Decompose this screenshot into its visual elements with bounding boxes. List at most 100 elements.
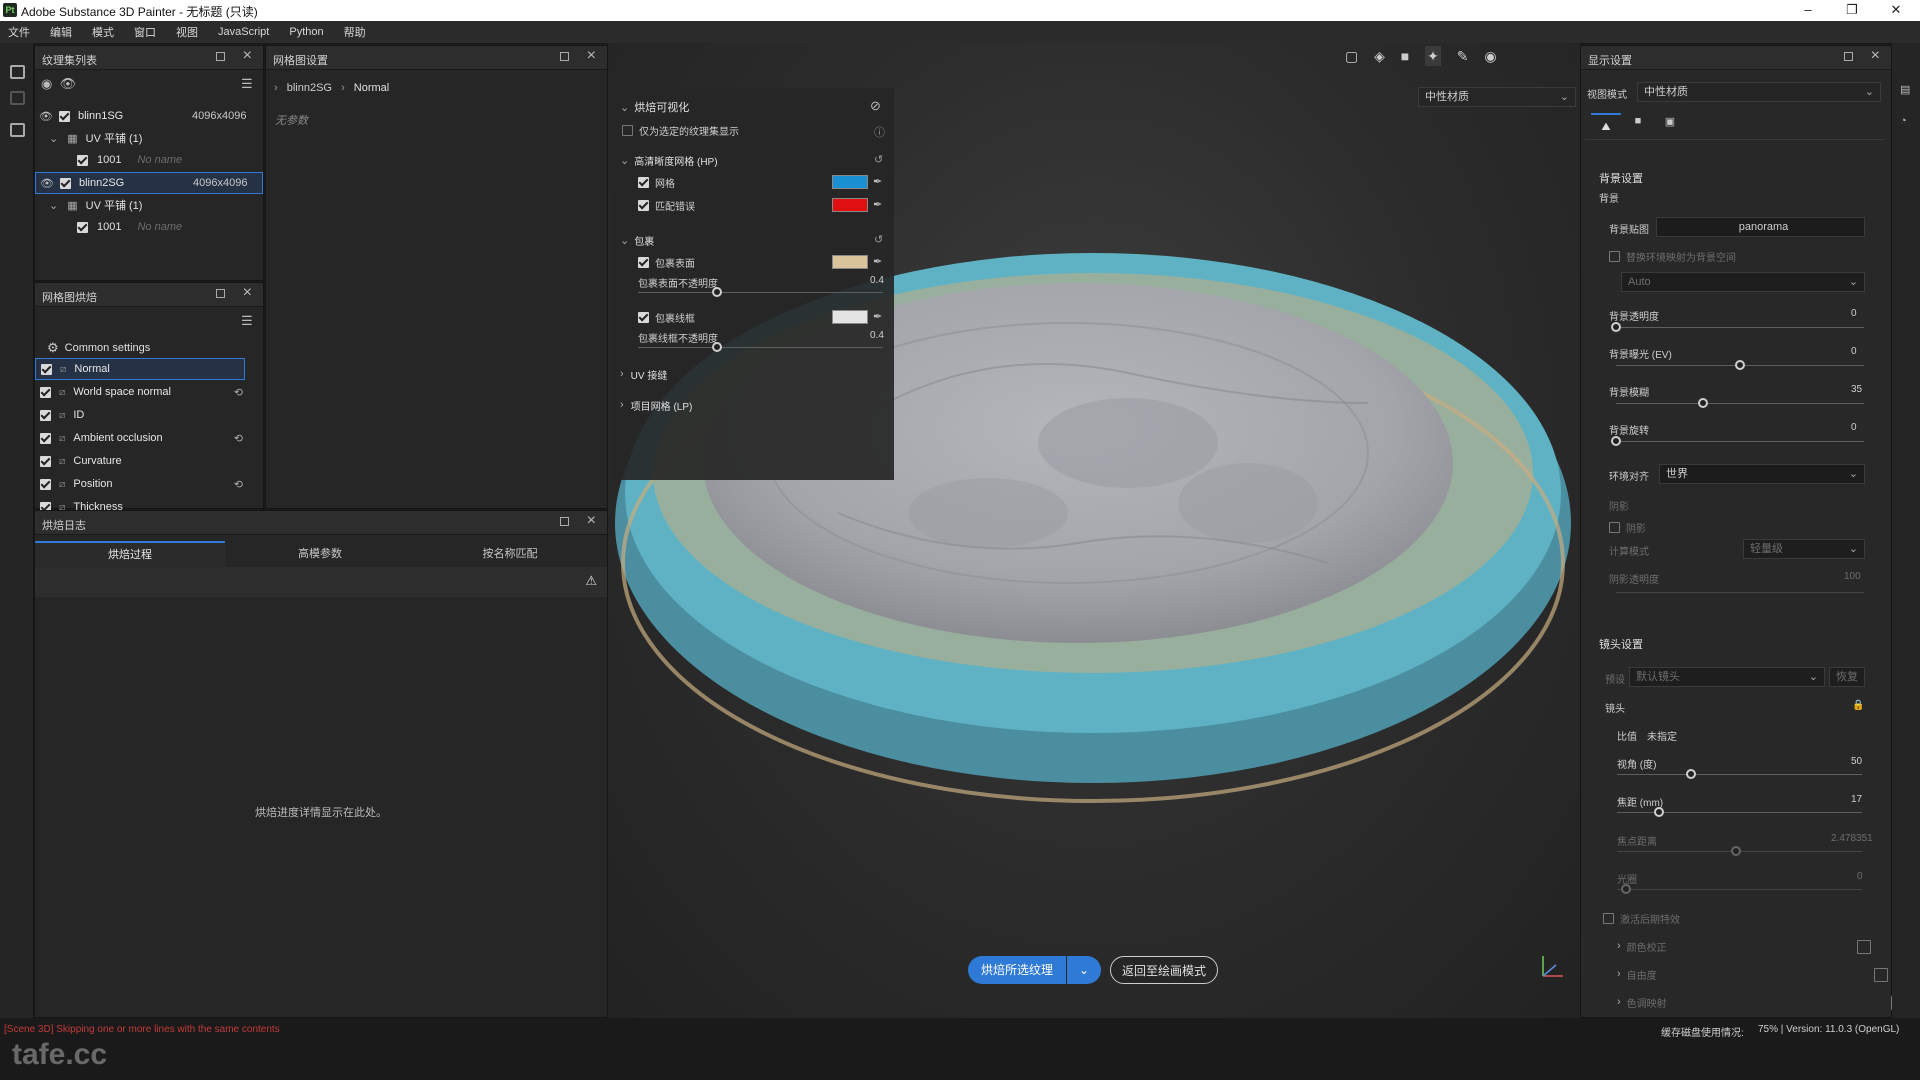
3d-viewport[interactable]: ▢ ◈ ■ ✦ ✎ ◉ 中性材质 ⌄ ⌄ 烘焙可视化 ⊘ 仅为选定的纹理集显示 ⓘ … — [608, 43, 1580, 1018]
view-mode-dropdown[interactable]: 中性材质 ⌄ — [1637, 82, 1881, 102]
fov-slider[interactable] — [1617, 774, 1862, 775]
tab-high-poly-params[interactable]: 高模参数 — [225, 541, 415, 567]
breadcrumb-item[interactable]: blinn2SG — [287, 82, 332, 94]
section-header[interactable]: › UV 接缝 — [620, 363, 667, 385]
bg-blur-slider[interactable] — [1616, 403, 1864, 404]
slider-handle[interactable] — [1611, 322, 1621, 332]
close-icon[interactable]: × — [1871, 47, 1880, 65]
bake-options-dropdown[interactable]: ⌄ — [1067, 956, 1101, 984]
brush-icon[interactable]: ✎ — [1457, 48, 1469, 64]
slider-handle[interactable] — [712, 342, 722, 352]
slider-handle[interactable] — [1735, 360, 1745, 370]
viewport-material-dropdown[interactable]: 中性材质 ⌄ — [1418, 87, 1576, 107]
tone-map-item[interactable]: › 色调映射 — [1617, 991, 1667, 1013]
float-icon[interactable] — [1844, 52, 1853, 61]
uv-tile-item[interactable]: 1001 No name — [77, 149, 182, 171]
tile-checkbox[interactable] — [77, 154, 88, 166]
bake-map-item[interactable]: ⧄ Position ⟲ — [35, 473, 245, 495]
texture-set-checkbox[interactable] — [58, 110, 70, 122]
env-align-dropdown[interactable]: 世界 ⌄ — [1659, 464, 1865, 484]
section-header[interactable]: ⌄ 包裹 — [620, 229, 654, 251]
checkbox[interactable] — [638, 199, 649, 211]
breadcrumb-item[interactable]: Normal — [354, 82, 389, 94]
checkbox[interactable] — [40, 432, 51, 444]
history-icon[interactable]: ◔ — [1900, 115, 1907, 127]
menu-icon[interactable]: ☰ — [241, 76, 253, 92]
reset-icon[interactable]: ↺ — [874, 153, 883, 166]
menu-view[interactable]: 视图 — [176, 24, 198, 40]
link-icon[interactable]: ⟲ — [234, 386, 243, 399]
slider-handle[interactable] — [712, 287, 722, 297]
eye-off-icon[interactable]: ⊘ — [870, 98, 881, 114]
bake-tool-icon[interactable]: ✦ — [1425, 46, 1441, 66]
cage-wire-color-swatch[interactable] — [832, 310, 868, 324]
cage-surface-option[interactable]: 包裹表面 — [638, 251, 695, 273]
common-settings-item[interactable]: ⚙ Common settings — [47, 337, 150, 359]
eyedropper-icon[interactable]: ✒ — [873, 310, 882, 323]
hp-mismatch-color-swatch[interactable] — [832, 198, 868, 212]
menu-help[interactable]: 帮助 — [344, 24, 366, 40]
camera-icon[interactable]: ■ — [1401, 48, 1409, 64]
eyedropper-icon[interactable]: ✒ — [873, 198, 882, 211]
cage-surface-opacity-slider[interactable] — [638, 292, 883, 293]
close-window-button[interactable]: ✕ — [1881, 2, 1911, 18]
bake-map-item[interactable]: ⧄ Ambient occlusion ⟲ — [35, 427, 245, 449]
camera-tab-icon[interactable]: ■ — [1623, 115, 1653, 127]
restore-button[interactable]: 恢复 — [1829, 667, 1865, 687]
properties-icon[interactable]: ▤ — [1900, 83, 1910, 96]
menu-edit[interactable]: 编辑 — [50, 24, 72, 40]
tab-match-by-name[interactable]: 按名称匹配 — [415, 541, 605, 567]
close-icon[interactable]: × — [587, 47, 596, 65]
menu-mode[interactable]: 模式 — [92, 24, 114, 40]
shadow-option[interactable]: 阴影 — [1609, 516, 1646, 538]
checkbox[interactable] — [1857, 940, 1871, 954]
bake-map-item[interactable]: ⧄ ID — [35, 404, 245, 426]
viewer-tab-icon[interactable]: ▣ — [1655, 115, 1685, 128]
checkbox[interactable] — [1603, 912, 1614, 924]
close-icon[interactable]: × — [243, 284, 252, 302]
eye-icon[interactable]: 👁 — [39, 110, 53, 123]
checkbox[interactable] — [1609, 521, 1620, 533]
cage-wire-opacity-slider[interactable] — [638, 347, 883, 348]
texture-set-checkbox[interactable] — [59, 177, 71, 189]
link-icon[interactable]: ⟲ — [234, 432, 243, 445]
eye-icon[interactable]: 👁 — [40, 177, 54, 190]
checkbox[interactable] — [40, 386, 51, 398]
bake-map-item[interactable]: ⧄ World space normal ⟲ — [35, 381, 245, 403]
slider-handle[interactable] — [1731, 846, 1741, 856]
tile-checkbox[interactable] — [77, 221, 88, 233]
float-icon[interactable] — [560, 52, 569, 61]
visibility-icon[interactable]: ◉ 👁 — [41, 76, 76, 92]
menu-javascript[interactable]: JavaScript — [218, 26, 269, 38]
texture-set-item[interactable]: 👁 blinn1SG 4096x4096 — [35, 105, 263, 127]
bake-map-item[interactable]: ⧄ Curvature — [35, 450, 245, 472]
link-icon[interactable]: ⟲ — [234, 478, 243, 491]
checkbox[interactable] — [638, 311, 649, 323]
float-icon[interactable] — [216, 289, 225, 298]
reset-icon[interactable]: ↺ — [874, 233, 883, 246]
only-selected-option[interactable]: 仅为选定的纹理集显示 — [622, 119, 739, 141]
post-fx-option[interactable]: 激活后期特效 — [1603, 907, 1680, 929]
slider-handle[interactable] — [1621, 884, 1631, 894]
section-header[interactable]: ⌄ 高清晰度网格 (HP) — [620, 149, 718, 171]
shadow-opacity-slider[interactable] — [1616, 592, 1864, 593]
texture-set-icon[interactable] — [10, 65, 25, 79]
checkbox[interactable] — [638, 256, 649, 268]
hp-mismatch-option[interactable]: 匹配错误 — [638, 194, 695, 216]
checkbox[interactable] — [638, 176, 649, 188]
close-icon[interactable]: × — [587, 512, 596, 530]
tab-bake-process[interactable]: 烘焙过程 — [35, 541, 225, 567]
environment-tab-icon[interactable]: ⛰ — [1591, 113, 1621, 139]
slider-handle[interactable] — [1685, 769, 1696, 779]
background-map-field[interactable]: panorama — [1656, 217, 1865, 237]
section-header[interactable]: › 项目网格 (LP) — [620, 394, 692, 416]
return-to-paint-button[interactable]: 返回至绘画模式 — [1110, 956, 1218, 984]
checkbox[interactable] — [40, 455, 51, 467]
screenshot-icon[interactable]: ◉ — [1484, 48, 1496, 64]
color-correction-item[interactable]: › 颜色校正 — [1617, 935, 1667, 957]
eyedropper-icon[interactable]: ✒ — [873, 175, 882, 188]
bake-selected-button[interactable]: 烘焙所选纹理 — [968, 956, 1066, 984]
hp-mesh-option[interactable]: 网格 — [638, 171, 675, 193]
cube-icon[interactable]: ◈ — [1374, 48, 1385, 64]
layers-icon[interactable] — [10, 91, 25, 105]
